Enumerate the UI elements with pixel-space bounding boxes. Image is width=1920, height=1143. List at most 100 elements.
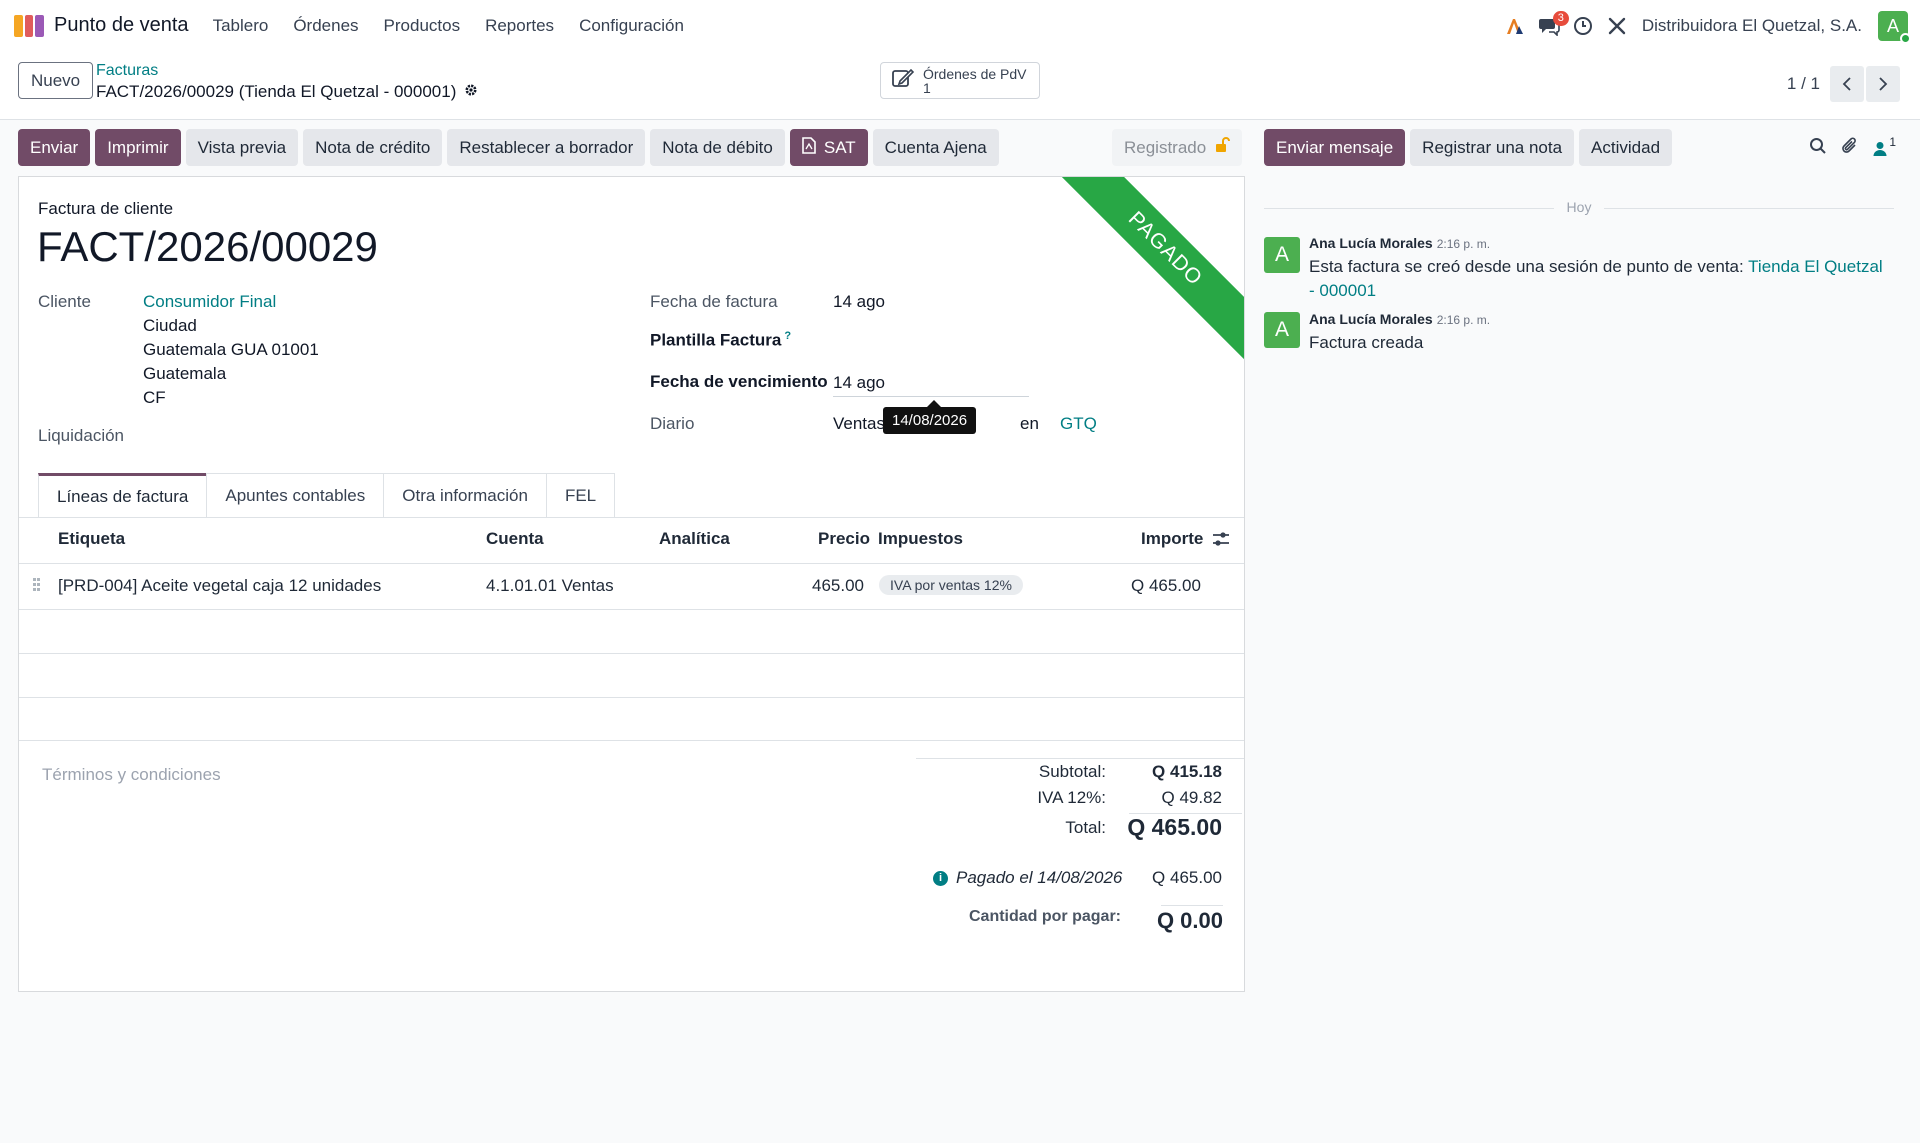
info-icon[interactable]: i [933,870,948,886]
message-avatar[interactable]: A [1264,312,1300,348]
message-author-name[interactable]: Ana Lucía Morales [1309,311,1433,327]
app-logo-icon[interactable] [14,14,45,37]
column-header-taxes[interactable]: Impuestos [878,529,963,549]
unlock-icon [1214,137,1231,158]
invoice-date-field[interactable]: 14 ago [833,292,885,312]
date-separator: Hoy [1264,199,1894,215]
clock-icon[interactable] [1566,9,1600,43]
subtotal-value: Q 415.18 [1152,762,1222,781]
amount-due-value: Q 0.00 [1156,908,1223,933]
chat-icon[interactable]: 3 [1532,9,1569,43]
user-avatar[interactable]: A [1878,11,1911,44]
attachment-icon[interactable] [1841,136,1859,161]
paid-amount: Q 465.00 [1152,868,1222,887]
debit-note-button[interactable]: Nota de débito [650,129,785,166]
total-label: Total: [1065,818,1106,837]
table-row-divider [19,697,1244,698]
reset-to-draft-button[interactable]: Restablecer a borrador [447,129,646,166]
status-label: Registrado [1124,137,1207,157]
menu-item-tablero[interactable]: Tablero [213,16,269,36]
line-label[interactable]: [PRD-004] Aceite vegetal caja 12 unidade… [58,576,381,596]
customer-link[interactable]: Consumidor Final [143,292,276,312]
column-header-account[interactable]: Cuenta [486,529,544,549]
menu-item-ordenes[interactable]: Órdenes [293,16,358,36]
message-author-name[interactable]: Ana Lucía Morales [1309,235,1433,251]
table-row-divider [19,609,1244,610]
template-label-text: Plantilla Factura [650,330,782,350]
tools-icon[interactable] [1600,9,1634,43]
breadcrumb-facturas[interactable]: Facturas [96,62,158,80]
pager-next-icon[interactable] [1866,66,1900,102]
column-header-label[interactable]: Etiqueta [58,529,125,549]
optional-columns-icon[interactable] [1212,531,1230,552]
message-time: 2:16 p. m. [1436,237,1491,251]
user-avatar-initial: A [1886,15,1899,36]
amount-due-label: Cantidad por pagar: [968,908,1121,925]
fel-logo-icon[interactable] [1498,9,1532,43]
preview-button[interactable]: Vista previa [185,129,299,166]
new-button[interactable]: Nuevo [18,62,94,99]
message-avatar[interactable]: A [1264,237,1300,273]
column-header-price[interactable]: Precio [818,529,870,549]
send-message-button[interactable]: Enviar mensaje [1264,129,1406,166]
table-header-divider [19,563,1244,564]
due-date-value: 14 ago [833,373,885,392]
send-button[interactable]: Enviar [18,129,91,166]
smart-button-label: Órdenes de PdV [923,65,1027,82]
template-label: Plantilla Factura? [650,330,791,351]
notebook-tabs: Líneas de factura Apuntes contables Otra… [38,473,616,517]
invoice-date-label: Fecha de factura [650,292,778,311]
print-button[interactable]: Imprimir [95,129,181,166]
chatter-tools: 1 [1809,135,1896,161]
tabs-divider [19,517,1244,518]
journal-field[interactable]: Ventas [833,414,885,434]
online-status-dot [1900,33,1911,44]
edit-icon [891,67,915,94]
search-icon[interactable] [1809,137,1827,160]
settlement-label: Liquidación [38,426,125,445]
activity-button[interactable]: Actividad [1579,129,1673,166]
due-date-label: Fecha de vencimiento [650,372,828,391]
log-note-button[interactable]: Registrar una nota [1410,129,1575,166]
subtotal-label: Subtotal: [1038,762,1106,781]
address-line: Ciudad [143,316,197,335]
line-account[interactable]: 4.1.01.01 Ventas [486,576,614,596]
menu-item-productos[interactable]: Productos [384,16,461,36]
credit-note-button[interactable]: Nota de crédito [303,129,443,166]
menu-item-configuracion[interactable]: Configuración [579,16,684,36]
due-date-field[interactable]: 14 ago [833,373,1029,397]
sat-button[interactable]: SAT [789,129,868,166]
invoice-number: FACT/2026/00029 [37,223,378,270]
message-body: Factura creada [1309,331,1889,355]
help-tooltip-icon[interactable]: ? [784,330,791,342]
gear-icon[interactable] [464,82,478,102]
company-switcher[interactable]: Distribuidora El Quetzal, S.A. [1642,16,1862,36]
status-registered: Registrado [1112,129,1243,166]
table-row-divider [19,740,1244,741]
currency-field[interactable]: GTQ [1060,414,1097,434]
pager-value[interactable]: 1 / 1 [1787,74,1820,94]
column-header-analytic[interactable]: Analítica [659,529,730,549]
pos-orders-smart-button[interactable]: Órdenes de PdV 1 [880,62,1040,99]
followers-icon[interactable]: 1 [1873,135,1896,157]
menu-item-reportes[interactable]: Reportes [485,16,554,36]
app-name[interactable]: Punto de venta [54,14,189,37]
totals-divider [916,758,1244,759]
line-tax-tag[interactable]: IVA por ventas 12% [879,575,1023,595]
table-row-divider [19,653,1244,654]
tab-other-info[interactable]: Otra información [383,473,547,517]
column-header-amount[interactable]: Importe [1141,529,1203,549]
pager-previous-icon[interactable] [1830,66,1864,102]
paid-label: Pagado el 14/08/2026 [956,868,1123,887]
foreign-account-button[interactable]: Cuenta Ajena [872,129,999,166]
currency-in-label: en [1020,414,1039,433]
invoice-form-sheet: PAGADO Factura de cliente FACT/2026/0002… [18,176,1245,992]
line-price[interactable]: 465.00 [812,576,864,596]
payment-info: i Pagado el 14/08/2026 [933,868,1122,888]
tab-journal-items[interactable]: Apuntes contables [206,473,385,517]
tab-fel[interactable]: FEL [545,473,616,517]
drag-handle-icon[interactable] [33,578,43,594]
total-value: Q 465.00 [1127,814,1222,840]
terms-input[interactable]: Términos y condiciones [42,765,221,785]
tab-invoice-lines[interactable]: Líneas de factura [38,473,208,517]
